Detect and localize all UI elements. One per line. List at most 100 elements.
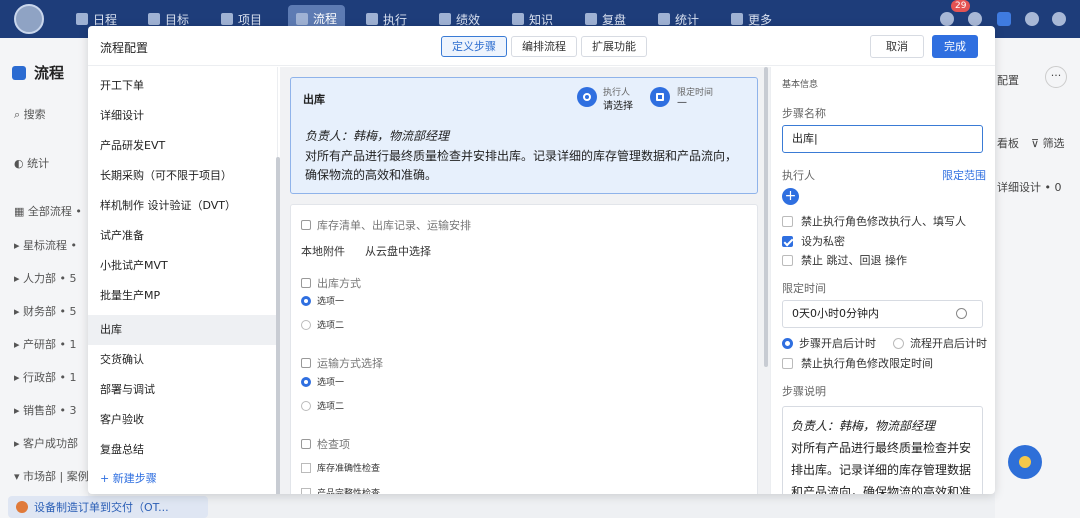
radio-selected[interactable] <box>301 376 311 387</box>
step-item[interactable]: 试产准备 <box>88 221 277 251</box>
sidebar-item[interactable]: ▸ 人力部 • 5 <box>14 270 77 286</box>
bell-icon[interactable] <box>940 12 954 26</box>
people-icon <box>301 439 311 449</box>
avatar[interactable] <box>14 4 44 34</box>
step-item[interactable]: 客户验收 <box>88 405 277 435</box>
sidebar-item[interactable]: ◐ 统计 <box>14 155 49 171</box>
new-step-button[interactable]: + 新建步骤 <box>100 470 157 486</box>
step-item[interactable]: 交货确认 <box>88 345 277 375</box>
step-item[interactable]: 详细设计 <box>88 101 277 131</box>
checkbox[interactable] <box>301 462 311 473</box>
board-view[interactable]: 看板 <box>997 135 1019 151</box>
step-card[interactable]: 出库 执行人 请选择 限定时间 — 负责人：韩梅，物流部经理 对所有产品进行最终… <box>290 77 758 194</box>
step-item[interactable]: 部署与调试 <box>88 375 277 405</box>
cloud-select-button[interactable]: 从云盘中选择 <box>365 243 431 259</box>
checkbox-option[interactable]: 库存准确性检查 <box>301 461 380 474</box>
radio-unselected[interactable] <box>301 400 311 411</box>
time-limit-input[interactable]: 0天0小时0分钟内 <box>782 300 983 328</box>
radio-option[interactable]: 流程开启后计时 <box>893 335 987 351</box>
search-icon[interactable] <box>968 12 982 26</box>
sidebar-item[interactable]: ▸ 客户成功部 <box>14 435 78 451</box>
step-name-label: 步骤名称 <box>782 107 826 120</box>
done-button[interactable]: 完成 <box>932 35 978 58</box>
question-title: 检查项 <box>301 436 350 452</box>
tab-extensions[interactable]: 扩展功能 <box>581 36 647 57</box>
sidebar-item[interactable]: ▸ 行政部 • 1 <box>14 369 77 385</box>
checkbox[interactable] <box>782 254 793 266</box>
background-sidebar: 流程 ⌕ 搜索 ◐ 统计 ▦ 全部流程 • ▸ 星标流程 • ▸ 人力部 • 5… <box>0 38 89 518</box>
tab-define-steps[interactable]: 定义步骤 <box>441 36 507 57</box>
radio-option[interactable]: 选项二 <box>301 318 344 331</box>
checkbox[interactable] <box>301 487 311 494</box>
step-item[interactable]: 批量生产MP <box>88 281 277 311</box>
radio-option[interactable]: 步骤开启后计时 <box>782 335 876 351</box>
radio-selected[interactable] <box>301 295 311 306</box>
steps-list: 开工下单 详细设计 产品研发EVT 长期采购（可不限于项目） 样机制作 设计验证… <box>88 67 280 494</box>
radio-option[interactable]: 选项一 <box>301 375 344 388</box>
step-editor: 出库 执行人 请选择 限定时间 — 负责人：韩梅，物流部经理 对所有产品进行最终… <box>280 67 770 494</box>
tab-arrange-flow[interactable]: 编排流程 <box>511 36 577 57</box>
time-limit-value: — <box>677 97 687 108</box>
help-icon[interactable] <box>1052 12 1066 26</box>
flow-icon <box>296 12 308 25</box>
radio-unselected[interactable] <box>893 337 904 349</box>
pie-icon <box>658 13 670 25</box>
target-icon <box>148 13 160 25</box>
modal-header: 流程配置 定义步骤 编排流程 扩展功能 取消 完成 <box>88 26 995 66</box>
local-attach-button[interactable]: 本地附件 <box>301 243 345 259</box>
sidebar-item[interactable]: ▸ 产研部 • 1 <box>14 336 77 352</box>
checkbox-option[interactable]: 禁止执行角色修改执行人、填写人 <box>782 213 966 229</box>
step-item[interactable]: 复盘总结 <box>88 435 277 465</box>
step-name-input[interactable]: 出库| <box>782 125 983 153</box>
checkbox-option[interactable]: 产品完整性检查 <box>301 486 380 494</box>
user-icon[interactable] <box>577 87 597 107</box>
lightbulb-button[interactable] <box>1008 445 1042 479</box>
sidebar-item[interactable]: ▸ 销售部 • 3 <box>14 402 77 418</box>
task-icon <box>16 501 28 513</box>
question-title: 运输方式选择 <box>301 355 383 371</box>
cancel-button[interactable]: 取消 <box>870 35 924 58</box>
step-item[interactable]: 产品研发EVT <box>88 131 277 161</box>
radio-unselected[interactable] <box>301 319 311 330</box>
grid-icon <box>731 13 743 25</box>
config-label[interactable]: 配置 <box>997 72 1019 88</box>
checkbox[interactable] <box>782 357 793 369</box>
checkbox-option[interactable]: 设为私密 <box>782 233 845 249</box>
scope-link[interactable]: 限定范围 <box>942 167 986 183</box>
editor-scrollbar[interactable] <box>764 67 768 367</box>
search-input[interactable]: ⌕ 搜索 <box>14 106 46 122</box>
checkbox-option[interactable]: 禁止 跳过、回退 操作 <box>782 252 907 268</box>
time-limit-label: 限定时间 <box>782 282 826 295</box>
sidebar-item[interactable]: ▸ 财务部 • 5 <box>14 303 77 319</box>
desc-label: 步骤说明 <box>782 385 826 398</box>
paperclip-icon <box>301 220 311 230</box>
radio-selected[interactable] <box>782 337 793 349</box>
radio-option[interactable]: 选项二 <box>301 399 344 412</box>
checkbox[interactable] <box>782 215 793 227</box>
radio-option[interactable]: 选项一 <box>301 294 344 307</box>
chart-icon <box>439 13 451 25</box>
checkbox-option[interactable]: 禁止执行角色修改限定时间 <box>782 355 933 371</box>
more-icon[interactable]: ··· <box>1045 66 1067 88</box>
review-icon <box>585 13 597 25</box>
executor-value[interactable]: 请选择 <box>603 97 633 112</box>
step-item[interactable]: 开工下单 <box>88 71 277 101</box>
add-executor-button[interactable]: + <box>782 188 799 205</box>
sidebar-item[interactable]: ▾ 市场部 | 案例 <box>14 468 89 484</box>
step-description-editor[interactable]: 负责人：韩梅，物流部经理 对所有产品进行最终质量检查并安排出库。记录详细的库存管… <box>782 406 983 494</box>
sidebar-item[interactable]: ▸ 星标流程 • <box>14 237 77 253</box>
step-item-selected[interactable]: 出库 <box>88 315 277 345</box>
step-item[interactable]: 长期采购（可不限于项目） <box>88 161 277 191</box>
step-item[interactable]: 样机制作 设计验证（DVT） <box>88 191 277 221</box>
page-title: 流程 <box>12 62 64 83</box>
shield-icon[interactable] <box>997 12 1011 26</box>
checkbox-checked[interactable] <box>782 235 793 247</box>
filter-button[interactable]: ⊽ 筛选 <box>1031 135 1065 151</box>
list-icon <box>301 358 311 368</box>
calendar-icon[interactable] <box>650 87 670 107</box>
gear-icon[interactable] <box>1025 12 1039 26</box>
background-task[interactable]: 设备制造订单到交付（OT... <box>8 496 208 518</box>
sidebar-item[interactable]: ▦ 全部流程 • <box>14 203 82 219</box>
desc-responsible: 负责人：韩梅，物流部经理 <box>791 419 936 433</box>
step-item[interactable]: 小批试产MVT <box>88 251 277 281</box>
